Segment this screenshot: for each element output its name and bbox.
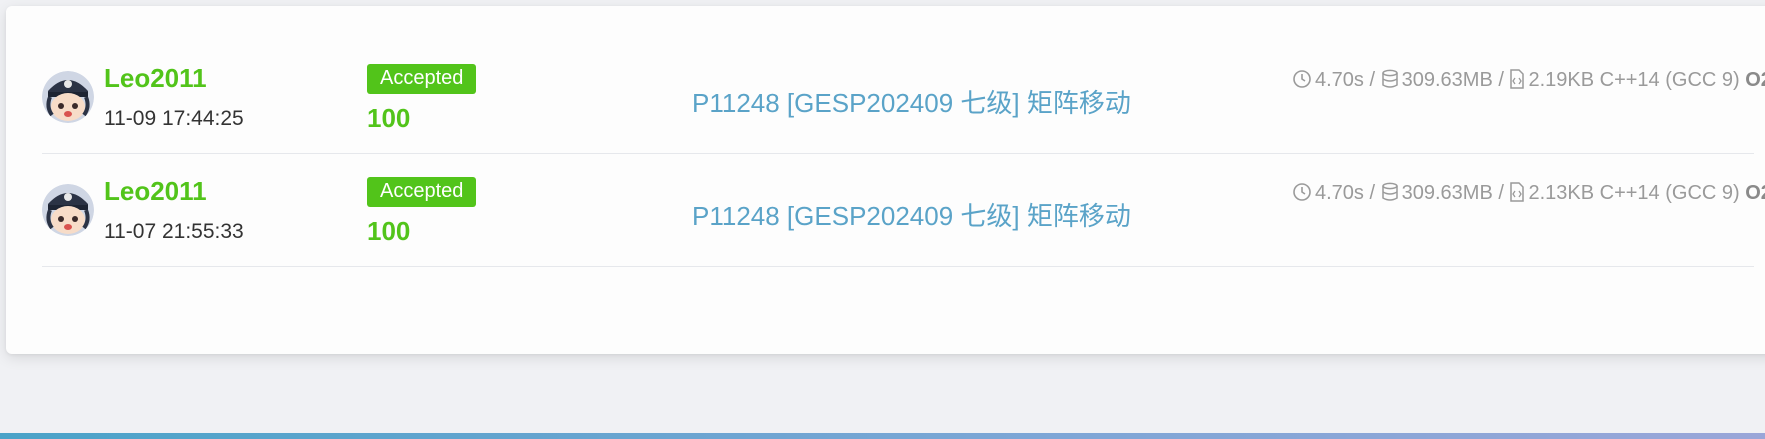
submission-list-card: Leo2011 11-09 17:44:25 Accepted 100 P112… xyxy=(6,6,1765,354)
avatar[interactable] xyxy=(42,184,94,236)
status-badge[interactable]: Accepted xyxy=(367,64,477,94)
submit-time: 11-09 17:44:25 xyxy=(104,107,244,130)
submission-meta: 4.70s / 309.63MB / 2.13KB C++14 (GCC 9) … xyxy=(1292,174,1765,212)
avatar[interactable] xyxy=(42,71,94,123)
memory: 309.63MB xyxy=(1401,182,1493,204)
code-size: 2.19KB xyxy=(1528,69,1595,91)
status-badge[interactable]: Accepted xyxy=(367,177,477,207)
language: C++14 (GCC 9) xyxy=(1599,182,1740,204)
file-code-icon xyxy=(1509,182,1528,204)
footer-accent-bar xyxy=(0,433,1765,439)
run-time: 4.70s xyxy=(1315,69,1364,91)
code-size: 2.13KB xyxy=(1528,182,1595,204)
problem-link[interactable]: P11248 [GESP202409 七级] 矩阵移动 xyxy=(692,83,1131,120)
database-icon xyxy=(1381,69,1402,91)
run-time: 4.70s xyxy=(1315,182,1364,204)
submission-row: Leo2011 11-09 17:44:25 Accepted 100 P112… xyxy=(42,41,1765,154)
file-code-icon xyxy=(1509,69,1528,91)
username-link[interactable]: Leo2011 xyxy=(104,176,207,207)
clock-icon xyxy=(1292,182,1315,204)
clock-icon xyxy=(1292,69,1315,91)
submit-time: 11-07 21:55:33 xyxy=(104,220,244,243)
page: Leo2011 11-09 17:44:25 Accepted 100 P112… xyxy=(0,0,1765,439)
language: C++14 (GCC 9) xyxy=(1599,69,1740,91)
username-link[interactable]: Leo2011 xyxy=(104,63,207,94)
submission-meta: 4.70s / 309.63MB / 2.19KB C++14 (GCC 9) … xyxy=(1292,61,1765,99)
o2-badge: O2 xyxy=(1745,182,1765,204)
memory: 309.63MB xyxy=(1401,69,1493,91)
o2-badge: O2 xyxy=(1745,69,1765,91)
score: 100 xyxy=(367,103,411,133)
score: 100 xyxy=(367,216,411,246)
submission-row: Leo2011 11-07 21:55:33 Accepted 100 P112… xyxy=(42,154,1765,267)
problem-link[interactable]: P11248 [GESP202409 七级] 矩阵移动 xyxy=(692,196,1131,233)
database-icon xyxy=(1381,182,1402,204)
